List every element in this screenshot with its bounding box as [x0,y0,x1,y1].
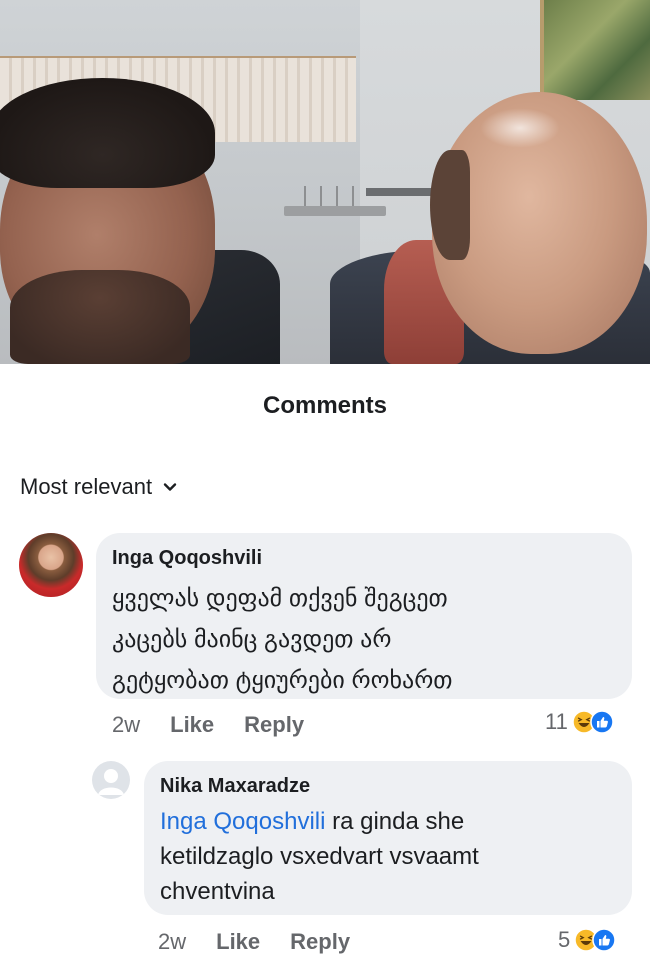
comment-text-line: გეტყობათ ტყიურები როხართ [112,667,453,694]
reply-bubble: Nika Maxaradze Inga Qoqoshvili ra ginda … [144,761,632,915]
wall-hooks [290,186,360,206]
like-icon [590,710,614,734]
reaction-count: 11 [545,709,568,734]
comment-bubble: Inga Qoqoshvili ყველას დეფამ თქვენ შეგცე… [96,533,632,699]
default-avatar-icon [98,769,124,795]
reply-button[interactable]: Reply [244,712,304,738]
comment-actions: 2w Like Reply [158,929,350,955]
comment-text-line: ყველას დეფამ თქვენ შეგცეთ [112,585,448,612]
shelf-dark [366,188,436,196]
reply-button[interactable]: Reply [290,929,350,955]
avatar[interactable] [92,761,130,799]
comment-text-line: chventvina [160,878,275,905]
reactions-summary[interactable]: 5 [558,927,616,953]
comment-age: 2w [112,712,141,737]
mention-link[interactable]: Inga Qoqoshvili [160,808,325,835]
like-button[interactable]: Like [216,929,260,955]
comment-text: Inga Qoqoshvili ra ginda she ketildzaglo… [160,804,600,909]
comment-age: 2w [158,929,187,954]
reaction-count: 5 [558,927,571,952]
comment-text-line: Inga Qoqoshvili ra ginda she [160,804,600,839]
person-left-beard [10,270,190,364]
comments-title: Comments [262,392,388,419]
comment-text: ყველას დეფამ თქვენ შეგცეთ კაცებს მაინც გ… [112,578,592,701]
chevron-down-icon [163,483,177,491]
sort-label: Most relevant [20,474,153,499]
comment-text-fragment: ra ginda she [325,808,465,835]
comment-text-line: კაცებს მაინც გავდეთ არ [112,626,392,653]
person-left-hair [0,78,215,188]
person-right-shine [480,108,560,148]
shelf [284,206,386,216]
comment-text-line: ketildzaglo vsxedvart vsvaamt [160,843,479,870]
avatar[interactable] [19,533,83,597]
video-frame[interactable] [0,0,650,364]
wall-painting [540,0,650,100]
comment-author[interactable]: Nika Maxaradze [160,772,616,800]
like-button[interactable]: Like [170,712,214,738]
sort-dropdown[interactable]: Most relevant [20,474,178,500]
comment-author[interactable]: Inga Qoqoshvili [112,544,616,572]
comment-actions: 2w Like Reply [112,712,304,738]
person-right-hair [430,150,470,260]
like-icon [592,928,616,952]
reactions-summary[interactable]: 11 [545,709,614,735]
